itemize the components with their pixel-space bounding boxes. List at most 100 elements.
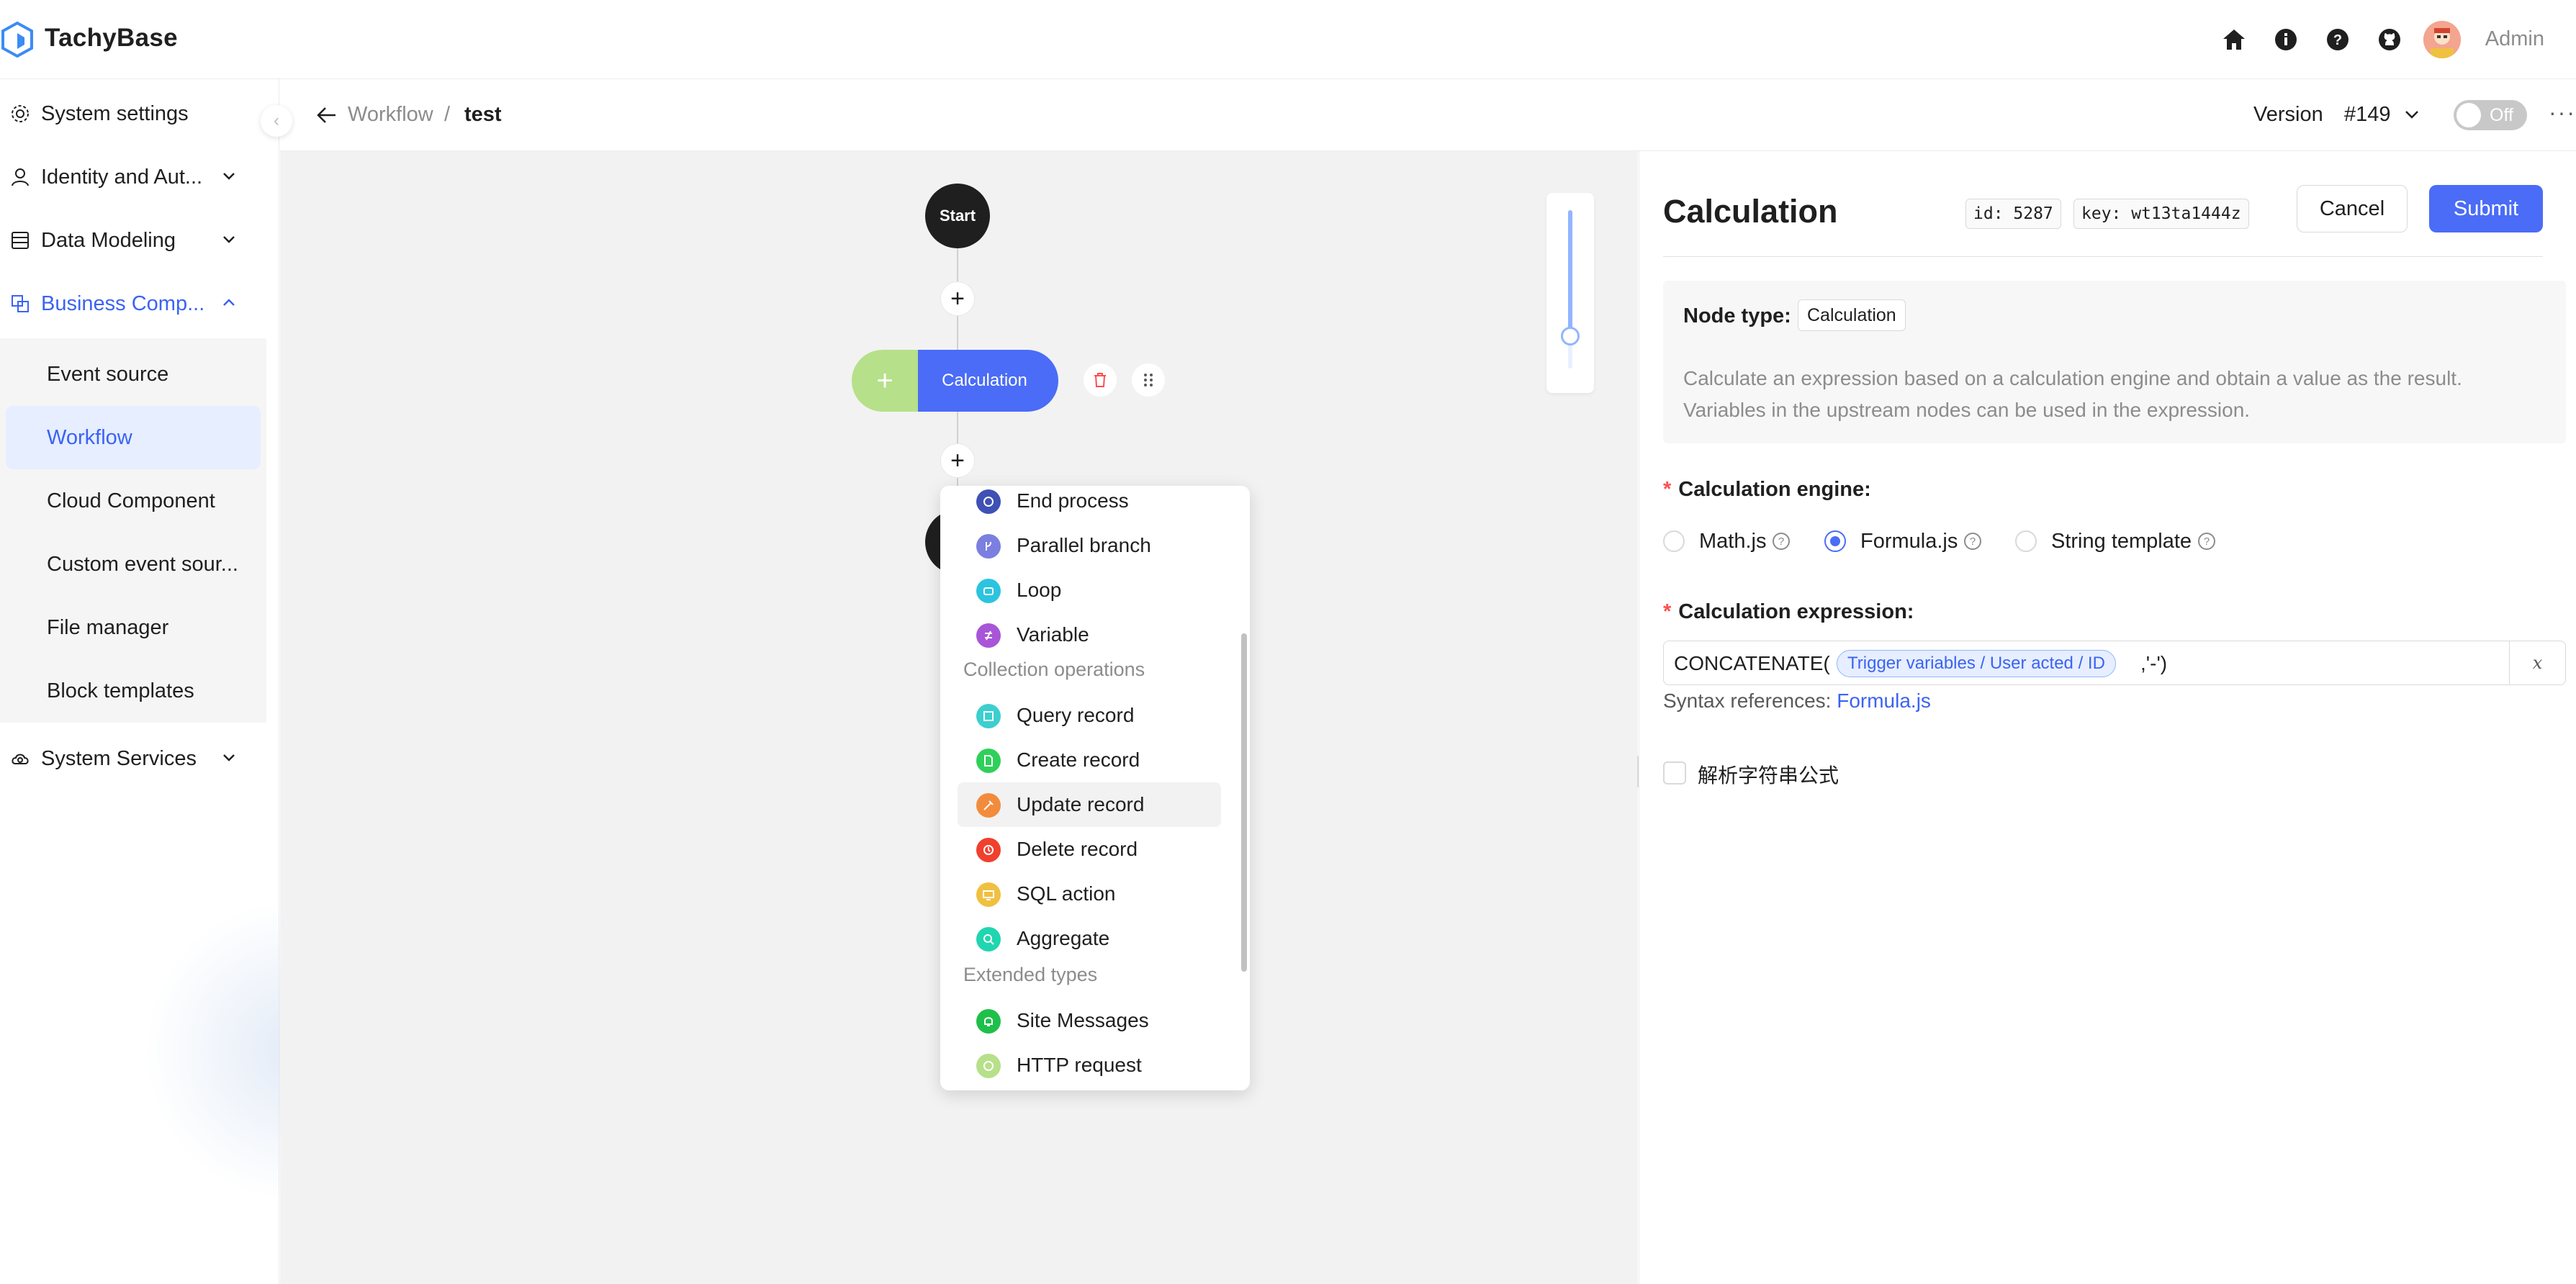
loop-icon: [976, 579, 1001, 603]
menu-item-http-request[interactable]: HTTP request: [958, 1043, 1221, 1088]
menu-item-label: Loop: [1017, 579, 1062, 601]
http-request-icon: [976, 1054, 1001, 1078]
toggle-label: Off: [2490, 105, 2513, 125]
engine-radio-formulajs[interactable]: Formula.js ?: [1824, 529, 1982, 553]
engine-radio-mathjs[interactable]: Math.js ?: [1663, 529, 1791, 553]
menu-item-end-process[interactable]: End process: [958, 486, 1221, 523]
variable-icon: [976, 623, 1001, 648]
calculation-node[interactable]: + Calculation: [852, 350, 1058, 412]
question-icon[interactable]: ?: [2197, 532, 2216, 551]
info-icon[interactable]: [2272, 26, 2300, 53]
sidebar-subitem-cloud-component[interactable]: Cloud Component: [0, 469, 266, 533]
insert-variable-button[interactable]: x: [2509, 641, 2565, 684]
sidebar-subitem-event-source[interactable]: Event source: [0, 343, 266, 406]
sidebar-item-label: Data Modeling: [41, 229, 176, 252]
parse-string-formula-checkbox[interactable]: [1663, 761, 1686, 785]
menu-item-update-record[interactable]: Update record: [958, 782, 1221, 827]
sidebar-subitem-file-manager[interactable]: File manager: [0, 596, 266, 659]
question-icon[interactable]: ?: [1772, 532, 1791, 551]
menu-item-create-record[interactable]: Create record: [958, 738, 1221, 782]
add-node-button[interactable]: +: [940, 443, 975, 478]
drag-icon: [1144, 374, 1153, 386]
home-icon[interactable]: [2220, 26, 2248, 53]
chevron-down-icon: [223, 754, 235, 761]
start-node[interactable]: Start: [925, 184, 990, 248]
svg-text:?: ?: [2333, 32, 2342, 48]
more-options-button[interactable]: ···: [2549, 99, 2576, 126]
label-colon: :: [1906, 600, 1914, 623]
sidebar-item-system-settings[interactable]: System settings: [0, 82, 266, 145]
menu-item-query-record[interactable]: Query record: [958, 693, 1221, 738]
chevron-down-icon[interactable]: [2403, 105, 2420, 124]
sidebar-subitem-block-templates[interactable]: Block templates: [0, 659, 266, 723]
sidebar-item-business-components[interactable]: Business Comp...: [0, 272, 266, 335]
required-mark: *: [1663, 478, 1672, 501]
menu-scrollbar[interactable]: [1241, 633, 1247, 972]
header-icons: ?: [2220, 26, 2403, 53]
expression-input[interactable]: CONCATENATE( Trigger variables / User ac…: [1663, 641, 2566, 685]
radio-button[interactable]: [2015, 530, 2037, 552]
radio-label: String template: [2051, 529, 2192, 553]
sidebar-item-identity[interactable]: Identity and Aut...: [0, 145, 266, 209]
calculation-node-label: Calculation: [918, 350, 1058, 412]
sidebar-subitem-workflow[interactable]: Workflow: [6, 406, 261, 469]
sidebar-item-label: Identity and Aut...: [41, 166, 203, 189]
bell-icon: [976, 1009, 1001, 1034]
engine-radio-string-template[interactable]: String template ?: [2015, 529, 2216, 553]
node-id-tag: id: 5287: [1965, 199, 2061, 229]
node-description: Calculate an expression based on a calcu…: [1683, 363, 2547, 426]
user-name[interactable]: Admin: [2485, 27, 2544, 51]
formulajs-link[interactable]: Formula.js: [1837, 690, 1931, 712]
sidebar-item-label: Business Comp...: [41, 292, 205, 315]
cancel-button[interactable]: Cancel: [2297, 185, 2408, 232]
menu-item-delete-record[interactable]: Delete record: [958, 827, 1221, 872]
menu-item-loop[interactable]: Loop: [958, 568, 1221, 612]
avatar[interactable]: [2423, 21, 2461, 58]
expression-suffix: ,'-'): [2140, 652, 2168, 674]
zoom-slider[interactable]: [1546, 193, 1594, 393]
version-select[interactable]: #149: [2344, 103, 2391, 127]
submit-button[interactable]: Submit: [2429, 185, 2543, 232]
node-type-tag: Calculation: [1798, 299, 1906, 331]
github-icon[interactable]: [2376, 26, 2403, 53]
menu-item-aggregate[interactable]: Aggregate: [958, 916, 1221, 961]
zoom-handle[interactable]: [1561, 327, 1580, 345]
sidebar-collapse-button[interactable]: ‹: [261, 105, 292, 137]
engine-label: * Calculation engine:: [1663, 478, 1871, 502]
help-icon[interactable]: ?: [2324, 26, 2351, 53]
subitem-label: Custom event sour...: [47, 553, 238, 576]
radio-button[interactable]: [1824, 530, 1846, 552]
parallel-branch-icon: [976, 534, 1001, 559]
expression-prefix: CONCATENATE(: [1674, 652, 1830, 674]
svg-text:?: ?: [1970, 535, 1976, 548]
drag-handle[interactable]: [1132, 363, 1165, 397]
menu-item-label: End process: [1017, 489, 1129, 512]
delete-node-button[interactable]: [1084, 363, 1117, 397]
subitem-label: File manager: [47, 616, 169, 639]
menu-item-label: HTTP request: [1017, 1054, 1142, 1076]
menu-item-site-messages[interactable]: Site Messages: [958, 998, 1221, 1043]
sidebar-item-data-modeling[interactable]: Data Modeling: [0, 209, 266, 272]
brand-name: TachyBase: [45, 24, 178, 52]
radio-button[interactable]: [1663, 530, 1685, 552]
menu-item-label: Query record: [1017, 704, 1135, 726]
menu-item-sql-action[interactable]: SQL action: [958, 872, 1221, 916]
end-process-icon: [976, 489, 1001, 514]
sidebar-item-system-services[interactable]: System Services: [0, 727, 266, 790]
menu-item-variable[interactable]: Variable: [958, 612, 1221, 657]
menu-item-parallel-branch[interactable]: Parallel branch: [958, 523, 1221, 568]
breadcrumb-parent[interactable]: Workflow: [348, 103, 433, 127]
sidebar-subitem-custom-event-source[interactable]: Custom event sour...: [0, 533, 266, 596]
question-icon[interactable]: ?: [1963, 532, 1982, 551]
svg-text:?: ?: [1778, 535, 1784, 548]
add-node-menu: End process Parallel branch Loop Variabl…: [940, 486, 1250, 1090]
workflow-enable-toggle[interactable]: Off: [2454, 100, 2527, 130]
variable-tag[interactable]: Trigger variables / User acted / ID: [1837, 650, 2116, 677]
back-arrow-icon[interactable]: [315, 104, 338, 127]
description-line: Variables in the upstream nodes can be u…: [1683, 399, 2251, 421]
add-node-button[interactable]: +: [940, 281, 975, 316]
menu-item-label: Variable: [1017, 623, 1089, 646]
expression-label: * Calculation expression:: [1663, 600, 1914, 624]
radio-label: Formula.js: [1860, 529, 1958, 553]
workflow-toolbar: [280, 79, 2576, 151]
